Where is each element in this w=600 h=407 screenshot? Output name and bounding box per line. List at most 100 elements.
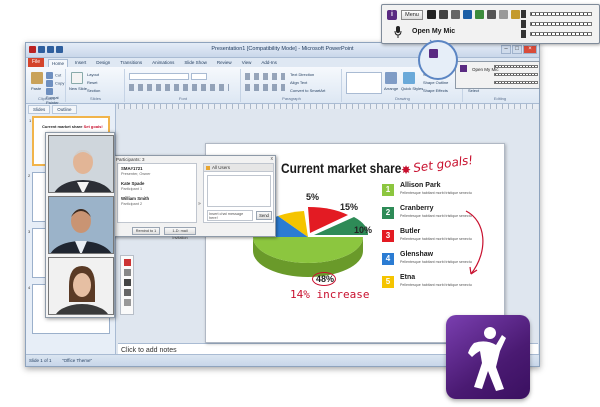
monitor-icon[interactable]: [463, 10, 472, 19]
participant-name[interactable]: SMA#1721: [121, 166, 143, 171]
reset-button[interactable]: Reset: [87, 80, 97, 85]
pie-label: 15%: [340, 202, 359, 212]
video-feed[interactable]: [48, 196, 114, 254]
tab-slide-show[interactable]: Slide Show: [181, 59, 210, 67]
shape-effects-button[interactable]: Shape Effects: [423, 88, 448, 93]
group-label-editing: Editing: [493, 96, 507, 101]
chat-input[interactable]: Insert chat message here!: [207, 210, 253, 221]
pointer-icon[interactable]: [427, 10, 436, 19]
tab-slides[interactable]: Slides: [28, 105, 51, 114]
tab-review[interactable]: Review: [214, 59, 235, 67]
annotation-circle: [312, 272, 336, 286]
font-name-select[interactable]: [129, 73, 189, 80]
expand-arrow-icon[interactable]: »: [198, 201, 201, 207]
video-feed[interactable]: [48, 257, 114, 315]
minimize-button[interactable]: –: [501, 45, 511, 54]
record-icon[interactable]: [123, 259, 131, 266]
paste-button[interactable]: Paste: [31, 86, 41, 91]
fullscreen-icon[interactable]: [123, 279, 131, 286]
legend-name: Butler: [400, 228, 421, 235]
legend-desc: Pellentesque habitant morbi tristique se…: [400, 191, 472, 195]
tool-icon[interactable]: [499, 10, 508, 19]
arrange-button[interactable]: Arrange: [384, 86, 398, 91]
open-mic-label[interactable]: Open My Mic: [412, 28, 455, 35]
tab-view[interactable]: View: [239, 59, 255, 67]
app-logo-icon[interactable]: [460, 65, 467, 72]
video-feed[interactable]: [48, 135, 114, 193]
section-button[interactable]: Section: [87, 88, 100, 93]
video-person-3: [49, 258, 113, 314]
font-size-select[interactable]: [191, 73, 207, 80]
audio-icon[interactable]: [487, 10, 496, 19]
participants-list: SMA#1721 Presenter, Owner Kate Spade Par…: [117, 163, 197, 223]
paste-icon[interactable]: [31, 72, 43, 84]
participants-panel: Participants: 3 x SMA#1721 Presenter, Ow…: [113, 155, 276, 240]
participant-name[interactable]: Kate Spade: [121, 181, 144, 186]
tab-add-ins[interactable]: Add-Ins: [258, 59, 280, 67]
legend-name: Glenshaw: [400, 251, 434, 258]
send-button[interactable]: Send: [256, 211, 272, 220]
app-logo: [446, 315, 530, 399]
quick-styles-icon[interactable]: [403, 72, 415, 84]
figure-logo-icon: [468, 327, 506, 391]
new-slide-icon[interactable]: [71, 72, 83, 84]
eraser-icon[interactable]: [451, 10, 460, 19]
participant-name[interactable]: William Smith: [121, 196, 149, 201]
new-slide-button[interactable]: New Slide: [69, 86, 87, 91]
menu-button[interactable]: Menu: [401, 10, 423, 20]
alignment-buttons[interactable]: [245, 84, 285, 91]
video-panel: [45, 132, 115, 318]
legend-name: Allison Park: [400, 182, 441, 189]
settings-icon[interactable]: [123, 289, 131, 296]
group-font: Font: [126, 69, 241, 102]
convert-smartart-button[interactable]: Convert to SmartArt: [290, 88, 325, 93]
hand-icon[interactable]: [439, 10, 448, 19]
list-buttons[interactable]: [245, 73, 285, 80]
slide-number: 1: [29, 118, 32, 123]
tab-insert[interactable]: Insert: [72, 59, 89, 67]
cut-button[interactable]: Cut: [46, 72, 61, 79]
tab-transitions[interactable]: Transitions: [117, 59, 145, 67]
group-clipboard: Paste Cut Copy Format Painter Clipboard: [28, 69, 66, 105]
text-direction-button[interactable]: Text Direction: [290, 72, 314, 77]
tab-home[interactable]: Home: [48, 59, 69, 67]
slide-number: 4: [28, 285, 31, 290]
chat-panel: All Users Insert chat message here! Send: [203, 163, 274, 223]
app-logo-icon[interactable]: i: [387, 10, 397, 20]
maximize-button[interactable]: □: [512, 45, 522, 54]
panel-close-button[interactable]: x: [271, 156, 274, 162]
meter-row: [494, 73, 538, 76]
gear-icon[interactable]: [511, 10, 520, 19]
shapes-gallery[interactable]: [346, 72, 382, 94]
slide-count-status: Slide 1 of 1: [29, 358, 52, 363]
invite-button[interactable]: 1-D: mail Invitation: [164, 227, 196, 240]
microphone-icon[interactable]: [394, 26, 402, 38]
group-slides: New Slide Layout Reset Section Slides: [67, 69, 125, 102]
slide-number: 3: [28, 229, 31, 234]
group-paragraph: Text Direction Align Text Convert to Sma…: [242, 69, 342, 102]
group-label-paragraph: Paragraph: [282, 96, 301, 101]
shape-outline-button[interactable]: Shape Outline: [423, 80, 448, 85]
layout-button[interactable]: Layout: [87, 72, 99, 77]
video-icon[interactable]: [475, 10, 484, 19]
camera-icon[interactable]: [123, 269, 131, 276]
tab-design[interactable]: Design: [93, 59, 113, 67]
chat-header[interactable]: All Users: [204, 164, 273, 172]
thumbnail-title: Current market share Set goals!: [42, 124, 103, 129]
font-format-buttons[interactable]: [129, 84, 229, 91]
more-icon[interactable]: [123, 299, 131, 306]
participants-header: Participants: 3: [116, 157, 145, 162]
remind-button[interactable]: Remind to 1: [132, 227, 160, 235]
meter-row: [521, 10, 597, 18]
arrange-icon[interactable]: [385, 72, 397, 84]
align-text-button[interactable]: Align Text: [290, 80, 307, 85]
close-button[interactable]: ×: [523, 45, 537, 54]
copy-button[interactable]: Copy: [46, 80, 64, 87]
video-person-1: [49, 136, 113, 192]
tab-animations[interactable]: Animations: [149, 59, 177, 67]
tab-outline[interactable]: Outline: [52, 105, 77, 114]
scissors-icon: [46, 72, 53, 79]
tab-file[interactable]: File: [28, 58, 44, 67]
quick-styles-button[interactable]: Quick Styles: [401, 86, 423, 91]
meter-row: [494, 65, 538, 68]
